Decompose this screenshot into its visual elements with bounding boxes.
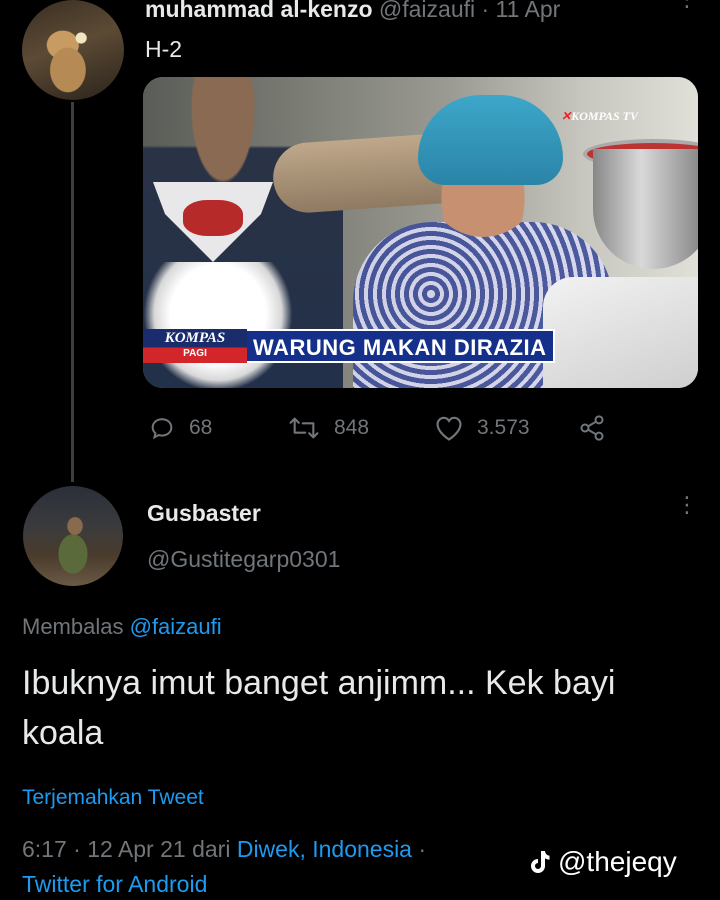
share-button[interactable] [577,414,619,442]
tweet-header[interactable]: muhammad al-kenzo @faizaufi · 11 Apr [145,0,560,23]
reply-button[interactable]: 68 [147,414,212,442]
metadata-separator: · [418,836,427,862]
reply-author-handle[interactable]: @Gustitegarp0301 [147,546,340,573]
like-icon [436,416,462,441]
like-button[interactable]: 3.573 [433,414,530,442]
reply-tweet-text: Ibuknya imut banget anjimm... Kek bayi k… [22,664,616,752]
author-avatar[interactable] [22,0,124,100]
tweet-metadata: 6:17 · 12 Apr 21 dari Diwek, Indonesia · [22,836,426,863]
media-white-cloth [543,277,698,388]
show-logo: KOMPAS PAGI [143,329,247,363]
tweet-location-link[interactable]: Diwek, Indonesia [237,836,412,862]
reply-icon [151,418,173,440]
author-handle-and-time[interactable]: @faizaufi · 11 Apr [379,0,560,22]
replying-to-label: Membalas [22,614,124,639]
more-options-icon[interactable]: ⋮ [676,0,698,10]
tweet-media-image[interactable]: ✕KOMPAS TV KOMPAS PAGI WARUNG MAKAN DIRA… [143,77,698,388]
watermark-handle: @thejeqy [558,846,677,877]
retweet-button[interactable]: 848 [286,414,369,442]
retweet-count: 848 [334,416,370,439]
tiktok-icon [531,851,550,873]
translate-tweet-link[interactable]: Terjemahkan Tweet [22,786,204,810]
retweet-icon [289,417,319,439]
reply-author-display-name[interactable]: Gusbaster [147,500,261,527]
reply-count: 68 [189,416,213,439]
tweet-text: H-2 [145,36,183,62]
tiktok-watermark: @thejeqy [528,846,677,878]
like-count: 3.573 [477,416,530,439]
channel-logo: ✕KOMPAS TV [561,109,638,123]
thread-connector-line [71,102,74,482]
from-label: dari [192,836,231,862]
reply-author-avatar[interactable] [23,486,123,586]
replying-to-mention[interactable]: @faizaufi [130,614,222,639]
more-options-icon[interactable]: ⋮ [676,494,698,516]
news-lower-third: KOMPAS PAGI WARUNG MAKAN DIRAZIA [143,329,555,363]
news-headline: WARUNG MAKAN DIRAZIA [247,329,555,363]
replying-to-line: Membalas @faizaufi [22,614,222,640]
author-display-name[interactable]: muhammad al-kenzo [145,0,373,22]
share-icon [580,415,604,441]
media-white-bag [143,262,293,388]
tweet-timestamp[interactable]: 6:17 · 12 Apr 21 [22,836,186,862]
tweet-client-link[interactable]: Twitter for Android [22,871,207,898]
